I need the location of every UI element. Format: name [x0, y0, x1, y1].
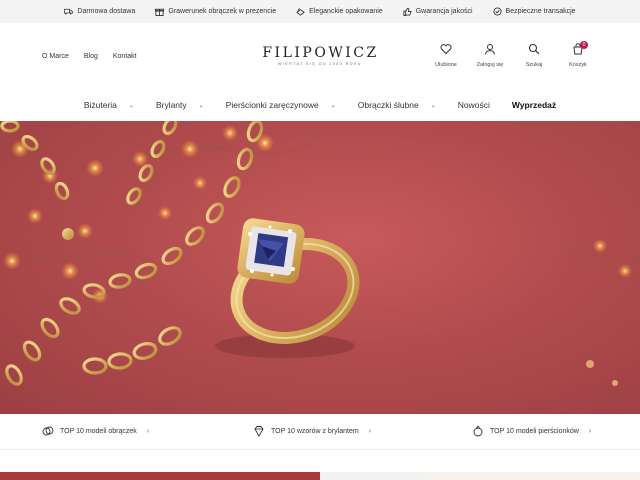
thumbs-up-icon: [403, 7, 412, 16]
topbar-label-packaging: Eleganckie opakowanie: [309, 8, 383, 15]
shortcut-label-diamond: TOP 10 wzorów z brylantem: [271, 427, 359, 435]
nav-item-jewelry[interactable]: Biżuteria ⌄: [84, 100, 134, 110]
nav-item-new[interactable]: Nowości: [458, 100, 490, 110]
heart-icon: [440, 44, 452, 55]
top10-shortcuts: TOP 10 modeli obrączek › TOP 10 wzorów z…: [0, 414, 640, 450]
topbar-label-warranty: Gwarancja jakości: [415, 8, 473, 15]
nav-label-wedding-bands: Obrączki ślubne: [357, 100, 419, 110]
ring-icon: [473, 425, 483, 437]
truck-icon: [64, 8, 74, 15]
nav-label-new: Nowości: [457, 100, 490, 110]
favorites-button[interactable]: Ulubione: [424, 43, 468, 68]
topbar-item-delivery: Darmowa dostawa: [64, 7, 135, 16]
chevron-down-icon: ⌄: [128, 102, 134, 109]
search-label: Szukaj: [525, 62, 543, 68]
promo-tile-middle-peek[interactable]: [320, 472, 425, 480]
topbar-item-warranty: Gwarancja jakości: [403, 7, 473, 16]
topbar-label-engraving: Grawerunek obrączek w prezencie: [168, 8, 277, 15]
header-links: O Marce Blog Kontakt: [42, 53, 137, 60]
gift-icon: [155, 8, 165, 16]
chevron-right-icon: ›: [588, 427, 592, 435]
site-logo[interactable]: FILIPOWICZ WIERTAJ SIĘ OD 1983 ROKU: [262, 45, 378, 66]
logo-name: FILIPOWICZ: [262, 45, 379, 61]
login-button[interactable]: Zaloguj się: [468, 43, 512, 68]
chevron-down-icon: ⌄: [330, 102, 336, 109]
diamond-icon: [254, 426, 264, 437]
link-contact[interactable]: Kontakt: [113, 53, 137, 60]
search-icon: [528, 43, 540, 55]
topbar-item-secure: Bezpieczne transakcje: [492, 7, 576, 16]
cart-label: Koszyk: [569, 62, 587, 68]
cart-button[interactable]: 0 Koszyk: [556, 41, 600, 68]
search-button[interactable]: Szukaj: [512, 43, 556, 68]
nav-label-engagement-rings: Pierścionki zaręczynowe: [225, 100, 319, 110]
user-icon: [485, 44, 495, 55]
shield-check-icon: [492, 7, 502, 16]
shortcut-top10-rings[interactable]: TOP 10 modeli pierścionków ›: [472, 425, 591, 437]
site-header: O Marce Blog Kontakt FILIPOWICZ WIERTAJ …: [0, 23, 640, 89]
topbar-label-delivery: Darmowa dostawa: [77, 8, 136, 15]
hero-banner[interactable]: [0, 121, 640, 414]
top-info-bar: Darmowa dostawa Grawerunek obrączek w pr…: [0, 0, 640, 23]
package-icon: [296, 8, 306, 16]
hero-illustration: [0, 121, 640, 386]
rings-icon: [42, 426, 54, 436]
topbar-label-secure: Bezpieczne transakcje: [505, 8, 576, 15]
chevron-down-icon: ⌄: [430, 102, 436, 109]
shortcut-top10-diamond[interactable]: TOP 10 wzorów z brylantem ›: [253, 425, 371, 437]
promo-tile-left-peek[interactable]: [0, 472, 320, 480]
nav-label-diamonds: Brylanty: [155, 100, 187, 110]
shortcut-label-rings: TOP 10 modeli pierścionków: [490, 427, 579, 435]
favorites-label: Ulubione: [435, 62, 457, 68]
logo-tagline: WIERTAJ SIĘ OD 1983 ROKU: [278, 62, 362, 66]
chevron-right-icon: ›: [146, 427, 150, 435]
topbar-item-engraving: Grawerunek obrączek w prezencie: [155, 7, 276, 16]
sapphire-ring: [230, 218, 360, 345]
logo-wordmark: FILIPOWICZ: [262, 45, 378, 61]
promo-tile-right-peek[interactable]: [425, 472, 640, 480]
nav-item-wedding-bands[interactable]: Obrączki ślubne ⌄: [358, 100, 436, 110]
shortcut-label-bands: TOP 10 modeli obrączek: [60, 427, 137, 435]
topbar-item-packaging: Eleganckie opakowanie: [296, 7, 383, 16]
header-actions: Ulubione Zaloguj się Szukaj 0 Koszyk: [424, 41, 600, 68]
nav-label-sale: Wyprzedaż: [511, 100, 557, 110]
main-navigation: Biżuteria ⌄ Brylanty ⌄ Pierścionki zaręc…: [0, 89, 640, 121]
nav-label-jewelry: Biżuteria: [83, 100, 117, 110]
login-label: Zaloguj się: [476, 62, 504, 68]
nav-item-sale[interactable]: Wyprzedaż: [512, 100, 556, 110]
link-blog[interactable]: Blog: [84, 53, 98, 60]
cart-count-badge: 0: [580, 41, 588, 49]
chevron-down-icon: ⌄: [198, 102, 204, 109]
chevron-right-icon: ›: [368, 427, 372, 435]
nav-item-diamonds[interactable]: Brylanty ⌄: [156, 100, 204, 110]
shortcut-top10-bands[interactable]: TOP 10 modeli obrączek ›: [42, 425, 149, 437]
pendant-tag: [62, 228, 74, 240]
link-about-brand[interactable]: O Marce: [42, 53, 69, 60]
nav-item-engagement-rings[interactable]: Pierścionki zaręczynowe ⌄: [226, 100, 336, 110]
